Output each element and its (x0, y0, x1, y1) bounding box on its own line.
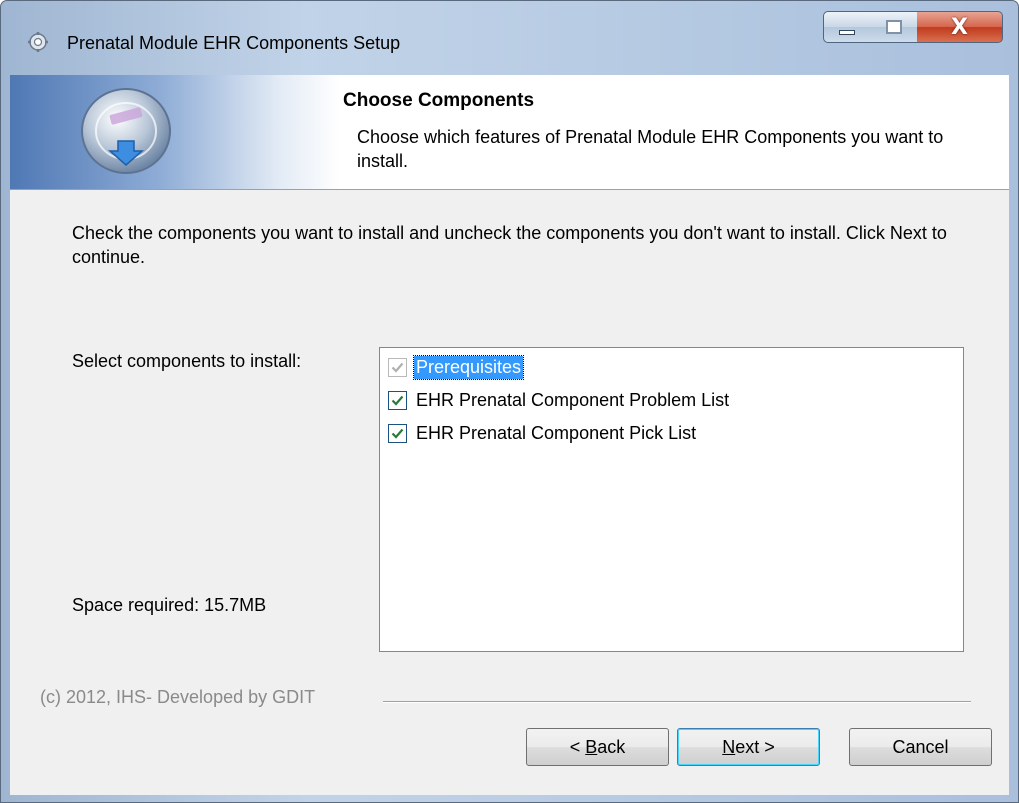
select-components-label: Select components to install: (72, 351, 302, 371)
window-title: Prenatal Module EHR Components Setup (67, 33, 401, 53)
page-title: Choose Components (343, 90, 535, 111)
next-accelerator: N (722, 736, 736, 757)
checkbox-disabled (388, 357, 407, 377)
component-label: EHR Prenatal Component Problem List (416, 389, 730, 410)
back-prefix: < (569, 736, 586, 757)
instructions-text: Check the components you want to install… (72, 223, 947, 267)
next-button[interactable]: Next > (677, 728, 820, 766)
minimize-icon (839, 29, 855, 35)
cancel-button[interactable]: Cancel (849, 728, 992, 766)
back-accelerator: B (585, 736, 598, 757)
back-button[interactable]: < Back (526, 728, 669, 766)
page-subtitle: Choose which features of Prenatal Module… (357, 127, 944, 171)
check-icon (391, 395, 404, 406)
setup-window: Prenatal Module EHR Components Setup X C… (0, 0, 1019, 803)
close-button[interactable]: X (917, 11, 1003, 43)
checkbox[interactable] (388, 390, 407, 410)
maximize-button[interactable] (870, 11, 918, 43)
footer-divider (383, 701, 971, 703)
component-item-prerequisites[interactable]: Prerequisites (388, 354, 525, 380)
component-item-pick-list[interactable]: EHR Prenatal Component Pick List (388, 420, 698, 446)
minimize-button[interactable] (823, 11, 871, 43)
next-rest: ext > (735, 736, 775, 757)
check-icon (391, 428, 404, 439)
check-icon (391, 362, 404, 373)
back-rest: ack (597, 736, 626, 757)
installer-disc-icon (81, 88, 171, 174)
branding-text: (c) 2012, IHS- Developed by GDIT (40, 687, 316, 707)
component-label: EHR Prenatal Component Pick List (416, 422, 697, 443)
space-required-label: Space required: 15.7MB (72, 595, 267, 615)
component-label: Prerequisites (412, 354, 525, 380)
wizard-header: Choose Components Choose which features … (10, 75, 1009, 190)
setup-gear-icon (28, 32, 48, 52)
close-icon: X (951, 14, 968, 40)
dialog-client-area: Choose Components Choose which features … (10, 75, 1009, 795)
checkbox[interactable] (388, 423, 407, 443)
maximize-icon (885, 20, 902, 34)
title-bar[interactable]: Prenatal Module EHR Components Setup X (1, 1, 1018, 75)
component-item-problem-list[interactable]: EHR Prenatal Component Problem List (388, 387, 731, 413)
components-tree[interactable]: Prerequisites EHR Prenatal Component Pro… (379, 347, 964, 652)
